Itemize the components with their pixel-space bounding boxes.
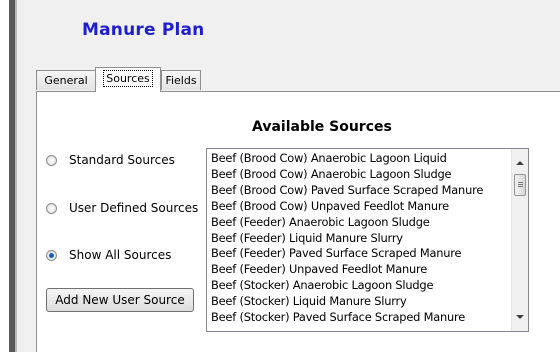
page-title: Manure Plan: [82, 20, 205, 40]
radio-user-defined-sources-label: User Defined Sources: [69, 201, 199, 215]
tab-general[interactable]: General: [36, 70, 96, 90]
source-list-items: Beef (Brood Cow) Anaerobic Lagoon Liquid…: [211, 151, 508, 326]
list-item[interactable]: Beef (Feeder) Paved Surface Scraped Manu…: [211, 246, 508, 262]
radio-show-all-sources[interactable]: Show All Sources: [46, 247, 171, 263]
grip-line: [518, 182, 523, 183]
add-new-user-source-button[interactable]: Add New User Source: [46, 288, 194, 312]
window: Manure Plan General Sources Fields Avail…: [0, 0, 560, 352]
list-item[interactable]: Beef (Stocker) Anaerobic Lagoon Sludge: [211, 278, 508, 294]
tab-fields[interactable]: Fields: [161, 70, 201, 90]
section-title: Available Sources: [252, 119, 392, 135]
list-item[interactable]: Beef (Stocker) Liquid Manure Slurry: [211, 294, 508, 310]
radio-button-icon: [46, 202, 57, 214]
radio-button-selected-icon: [46, 249, 57, 261]
list-item[interactable]: Beef (Brood Cow) Anaerobic Lagoon Liquid: [211, 151, 508, 167]
list-scrollbar[interactable]: [511, 149, 528, 331]
chevron-up-icon[interactable]: [516, 161, 524, 165]
tab-sources[interactable]: Sources: [95, 67, 161, 92]
radio-standard-sources-label: Standard Sources: [69, 153, 175, 167]
list-item[interactable]: Beef (Brood Cow) Unpaved Feedlot Manure: [211, 199, 508, 215]
list-item[interactable]: Beef (Feeder) Liquid Manure Slurry: [211, 231, 508, 247]
list-item[interactable]: Beef (Stocker) Paved Surface Scraped Man…: [211, 310, 508, 326]
chevron-down-icon[interactable]: [516, 315, 524, 319]
tab-sources-label: Sources: [103, 70, 153, 87]
radio-button-icon: [46, 154, 57, 166]
list-item[interactable]: Beef (Feeder) Unpaved Feedlot Manure: [211, 262, 508, 278]
radio-user-defined-sources[interactable]: User Defined Sources: [46, 200, 198, 216]
scroll-thumb[interactable]: [514, 174, 526, 196]
radio-show-all-sources-label: Show All Sources: [69, 248, 172, 262]
left-splitter-highlight: [15, 0, 17, 352]
list-item[interactable]: Beef (Brood Cow) Anaerobic Lagoon Sludge: [211, 167, 508, 183]
list-item[interactable]: Beef (Feeder) Anaerobic Lagoon Sludge: [211, 215, 508, 231]
radio-standard-sources[interactable]: Standard Sources: [46, 152, 175, 168]
list-item[interactable]: Beef (Brood Cow) Paved Surface Scraped M…: [211, 183, 508, 199]
grip-line: [518, 186, 523, 187]
tab-fields-label: Fields: [165, 74, 197, 87]
grip-line: [518, 184, 523, 185]
left-edge: [0, 0, 9, 352]
available-sources-list[interactable]: Beef (Brood Cow) Anaerobic Lagoon Liquid…: [206, 148, 529, 332]
tab-general-label: General: [44, 74, 88, 87]
